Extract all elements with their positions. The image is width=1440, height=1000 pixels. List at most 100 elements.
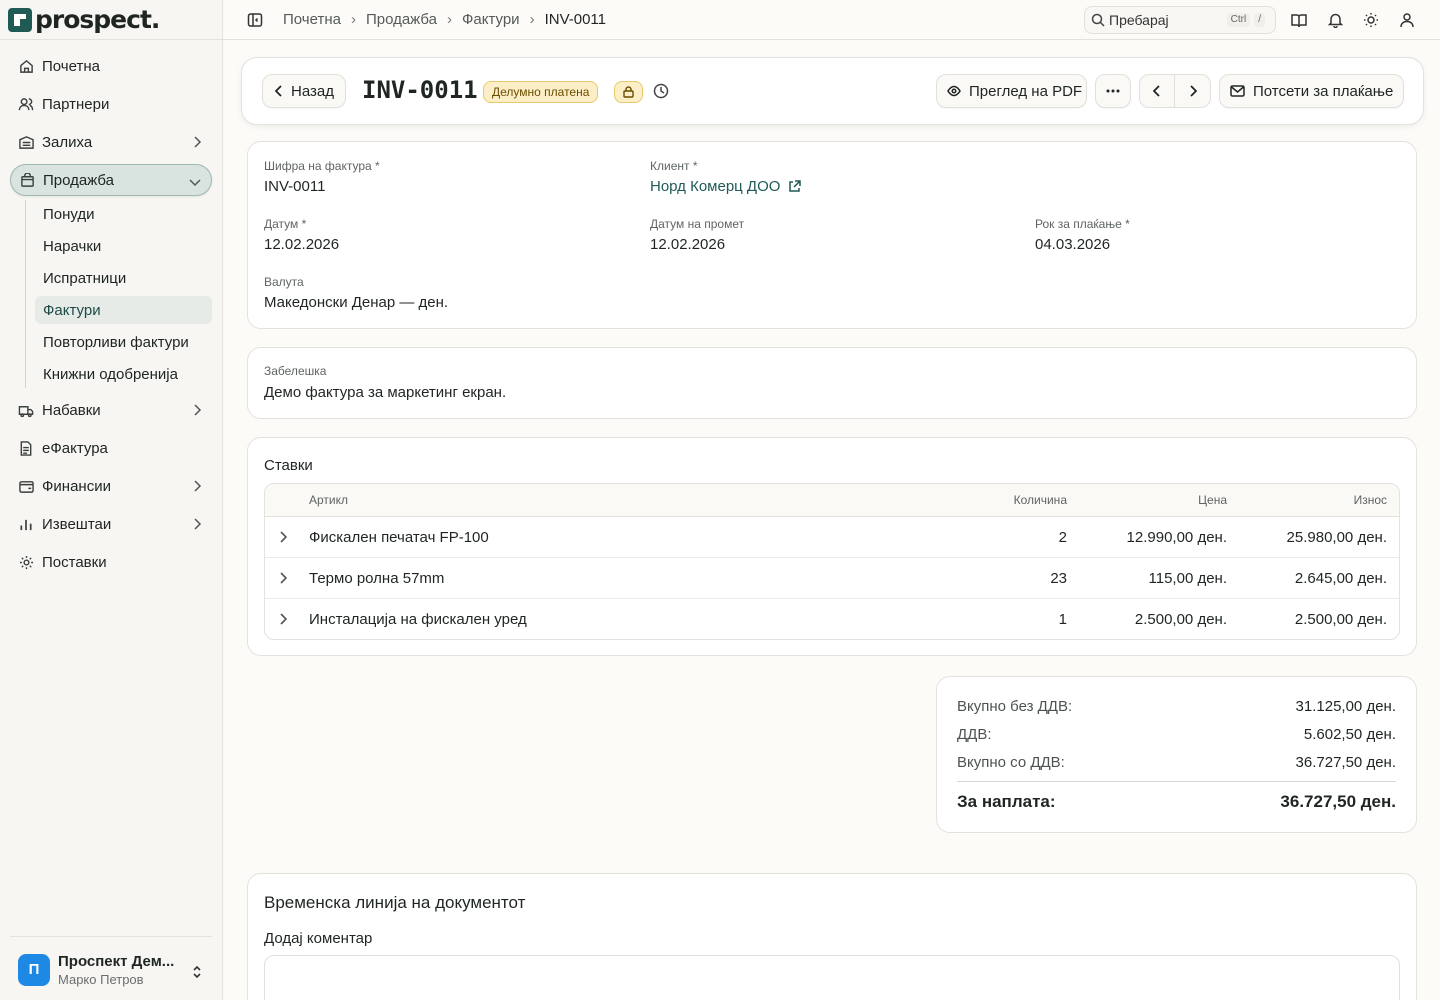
expand-row-icon[interactable] xyxy=(279,612,288,629)
user-icon[interactable] xyxy=(1398,11,1416,29)
totals-card: Вкупно без ДДВ: 31.125,00 ден. ДДВ: 5.60… xyxy=(936,676,1417,833)
sidebar-item-label: Почетна xyxy=(42,57,100,75)
subtotal-row: Вкупно без ДДВ: 31.125,00 ден. xyxy=(957,698,1396,715)
amount-due-label: За наплата: xyxy=(957,792,1056,811)
account-switcher[interactable]: П Проспект Дем... Марко Петров xyxy=(10,936,212,988)
breadcrumb-invoices[interactable]: Фактури xyxy=(462,11,520,28)
subnav-item-offers[interactable]: Понуди xyxy=(35,200,212,228)
book-icon[interactable] xyxy=(1290,11,1308,29)
sidebar-item-settings[interactable]: Поставки xyxy=(10,546,212,578)
item-amount: 2.645,00 ден. xyxy=(1294,570,1387,587)
subtotal-value: 31.125,00 ден. xyxy=(1295,698,1396,715)
note-card: Забелешка Демо фактура за маркетинг екра… xyxy=(247,347,1417,419)
search-input[interactable]: Пребарај Ctrl / xyxy=(1084,6,1276,34)
trade-date-value: 12.02.2026 xyxy=(650,236,726,253)
breadcrumb-sales[interactable]: Продажба xyxy=(366,11,437,28)
sun-icon[interactable] xyxy=(1362,11,1380,29)
table-row[interactable]: Инсталација на фискален уред 1 2.500,00 … xyxy=(265,599,1399,639)
warehouse-icon xyxy=(18,134,34,150)
account-info: Проспект Дем... Марко Петров xyxy=(58,953,174,987)
back-button[interactable]: Назад xyxy=(262,74,346,108)
sidebar-item-label: Продажба xyxy=(43,171,115,189)
status-badge: Делумно платена xyxy=(483,81,599,103)
document-header: Назад INV-0011 Делумно платена Преглед н… xyxy=(241,57,1424,125)
account-user: Марко Петров xyxy=(58,971,144,987)
subnav-item-orders[interactable]: Нарачки xyxy=(35,232,212,260)
brand-logo[interactable]: prospect. xyxy=(0,0,222,40)
item-amount: 25.980,00 ден. xyxy=(1286,529,1387,546)
sidebar-item-sales[interactable]: Продажба xyxy=(10,164,212,196)
main-content: Почетна › Продажба › Фактури › INV-0011 … xyxy=(223,0,1440,1000)
subnav-item-recurring-invoices[interactable]: Повторливи фактури xyxy=(35,328,212,356)
column-header-amount: Износ xyxy=(1353,493,1387,507)
preview-pdf-label: Преглед на PDF xyxy=(969,82,1083,100)
expand-row-icon[interactable] xyxy=(279,530,288,547)
item-price: 12.990,00 ден. xyxy=(1126,529,1227,546)
item-quantity: 2 xyxy=(1058,529,1067,546)
mail-icon xyxy=(1230,85,1245,97)
breadcrumb-current: INV-0011 xyxy=(544,11,606,28)
sidebar-item-partners[interactable]: Партнери xyxy=(10,88,212,120)
amount-due-value: 36.727,50 ден. xyxy=(1280,792,1396,811)
gear-icon xyxy=(18,554,34,570)
line-items-card: Ставки Артикл Количина Цена Износ Фискал… xyxy=(247,437,1417,656)
app-root: prospect. Почетна Партнери Залиха Продаж… xyxy=(0,0,1440,1000)
chevron-right-icon xyxy=(1189,85,1197,97)
more-actions-button[interactable] xyxy=(1095,74,1131,108)
sidebar-toggle-icon[interactable] xyxy=(247,12,263,28)
shopping-bag-icon xyxy=(19,172,35,188)
total-with-vat-value: 36.727,50 ден. xyxy=(1295,754,1396,771)
sidebar-item-stock[interactable]: Залиха xyxy=(10,126,212,158)
bar-chart-icon xyxy=(18,516,34,532)
subnav-item-invoices[interactable]: Фактури xyxy=(35,296,212,324)
sales-subnav: Понуди Нарачки Испратници Фактури Повтор… xyxy=(25,200,222,388)
payment-reminder-button[interactable]: Потсети за плаќање xyxy=(1219,74,1404,108)
chevron-left-icon xyxy=(1153,85,1161,97)
chevron-right-icon xyxy=(192,135,202,152)
sidebar-item-home[interactable]: Почетна xyxy=(10,50,212,82)
subnav-item-credit-notes[interactable]: Книжни одобренија xyxy=(35,360,212,388)
total-with-vat-row: Вкупно со ДДВ: 36.727,50 ден. xyxy=(957,754,1396,771)
sidebar-item-label: Извештаи xyxy=(42,515,112,533)
timeline-title: Временска линија на документот xyxy=(264,893,526,912)
sidebar-item-efaktura[interactable]: еФактура xyxy=(10,432,212,464)
sidebar-item-finance[interactable]: Финансии xyxy=(10,470,212,502)
chevron-right-icon: › xyxy=(529,11,535,28)
search-placeholder: Пребарај xyxy=(1109,12,1169,28)
eye-icon xyxy=(947,85,961,97)
table-row[interactable]: Фискален печатач FP-100 2 12.990,00 ден.… xyxy=(265,517,1399,558)
comment-input[interactable] xyxy=(264,955,1400,1000)
sidebar-item-purchases[interactable]: Набавки xyxy=(10,394,212,426)
bell-icon[interactable] xyxy=(1326,11,1344,29)
expand-row-icon[interactable] xyxy=(279,571,288,588)
shortcut-key: Ctrl xyxy=(1226,13,1251,27)
subnav-item-delivery-notes[interactable]: Испратници xyxy=(35,264,212,292)
sidebar-item-reports[interactable]: Извештаи xyxy=(10,508,212,540)
breadcrumb-home[interactable]: Почетна xyxy=(283,11,341,28)
document-pager xyxy=(1139,74,1211,108)
client-label: Клиент * xyxy=(650,159,698,173)
invoice-details-card: Шифра на фактура * INV-0011 Клиент * Нор… xyxy=(247,141,1417,329)
top-bar: Почетна › Продажба › Фактури › INV-0011 … xyxy=(223,0,1440,40)
invoice-code-label: Шифра на фактура * xyxy=(264,159,380,173)
due-date-value: 04.03.2026 xyxy=(1035,236,1111,253)
external-link-icon xyxy=(788,180,802,193)
preview-pdf-button[interactable]: Преглед на PDF xyxy=(936,74,1087,108)
account-name: Проспект Дем... xyxy=(58,952,175,970)
previous-document-button[interactable] xyxy=(1140,75,1176,107)
back-button-label: Назад xyxy=(291,82,334,100)
wallet-icon xyxy=(18,478,34,494)
item-name: Фискален печатач FP-100 xyxy=(309,529,489,546)
subtotal-label: Вкупно без ДДВ: xyxy=(957,698,1073,715)
history-icon[interactable] xyxy=(653,83,669,102)
client-link[interactable]: Норд Комерц ДОО xyxy=(650,178,802,195)
totals-divider xyxy=(957,781,1396,782)
amount-due-row: За наплата: 36.727,50 ден. xyxy=(957,792,1396,812)
lock-icon[interactable] xyxy=(614,81,643,103)
sidebar-item-label: Набавки xyxy=(42,401,101,419)
brand-name: prospect. xyxy=(35,5,160,34)
breadcrumb: Почетна › Продажба › Фактури › INV-0011 xyxy=(283,11,606,28)
line-items-title: Ставки xyxy=(264,457,313,474)
table-row[interactable]: Термо ролна 57mm 23 115,00 ден. 2.645,00… xyxy=(265,558,1399,599)
next-document-button[interactable] xyxy=(1175,75,1210,107)
